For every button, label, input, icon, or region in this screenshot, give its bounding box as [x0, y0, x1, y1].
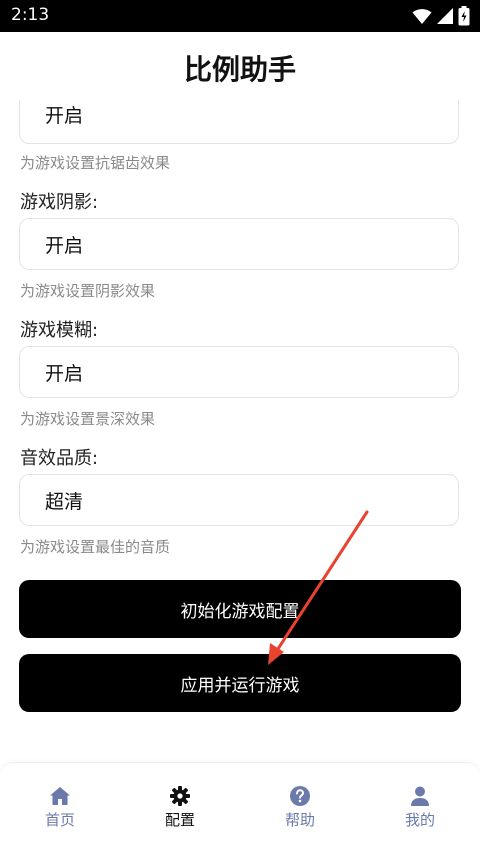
blur-select[interactable]: 开启 — [19, 346, 459, 398]
nav-label-profile: 我的 — [404, 811, 435, 829]
apply-run-button[interactable]: 应用并运行游戏 — [19, 654, 461, 712]
status-icons — [412, 6, 470, 26]
settings-content[interactable]: 开启 为游戏设置抗锯齿效果 游戏阴影: 开启 为游戏设置阴影效果 游戏模糊: 开… — [0, 100, 480, 760]
nav-item-config[interactable]: 配置 — [120, 763, 240, 853]
nav-item-home[interactable]: 首页 — [0, 763, 120, 853]
status-bar: 2:13 — [0, 0, 480, 32]
shadow-value: 开启 — [45, 235, 84, 257]
audio-label: 音效品质: — [20, 448, 99, 469]
signal-icon — [437, 8, 453, 24]
antialias-hint: 为游戏设置抗锯齿效果 — [20, 154, 171, 172]
nav-item-profile[interactable]: 我的 — [360, 763, 480, 853]
antialias-value: 开启 — [45, 105, 84, 127]
wifi-icon — [412, 9, 432, 24]
blur-hint: 为游戏设置景深效果 — [20, 410, 156, 428]
blur-value: 开启 — [45, 363, 84, 385]
nav-label-config: 配置 — [164, 811, 195, 829]
gear-icon — [170, 786, 190, 806]
home-icon — [50, 787, 70, 805]
nav-label-home: 首页 — [44, 811, 75, 829]
blur-label: 游戏模糊: — [20, 320, 99, 341]
help-icon — [290, 786, 310, 806]
audio-hint: 为游戏设置最佳的音质 — [20, 538, 171, 556]
status-time: 2:13 — [11, 5, 50, 25]
shadow-select[interactable]: 开启 — [19, 218, 459, 270]
battery-icon — [458, 6, 470, 26]
nav-item-help[interactable]: 帮助 — [240, 763, 360, 853]
audio-value: 超清 — [45, 491, 84, 513]
user-icon — [411, 786, 429, 806]
app-screen: 2:13 比例助手 开启 为游戏设置抗锯齿效果 游戏阴影: 开启 为游戏设置阴影… — [0, 0, 480, 853]
header: 比例助手 — [0, 32, 480, 100]
page-title: 比例助手 — [183, 53, 296, 86]
shadow-label: 游戏阴影: — [20, 192, 99, 213]
bottom-nav: 首页 配置 帮助 我的 — [0, 762, 480, 853]
audio-select[interactable]: 超清 — [19, 474, 459, 526]
nav-label-help: 帮助 — [284, 811, 315, 829]
shadow-hint: 为游戏设置阴影效果 — [20, 282, 156, 300]
antialias-select[interactable]: 开启 — [19, 100, 459, 144]
init-config-button[interactable]: 初始化游戏配置 — [19, 580, 461, 638]
